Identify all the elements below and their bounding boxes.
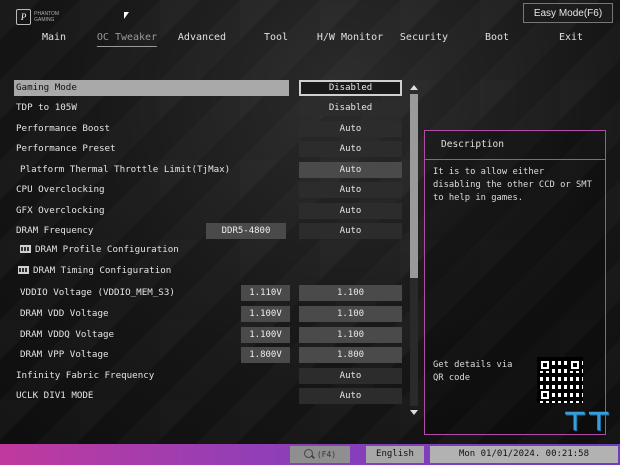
current-value: DDR5-4800 bbox=[206, 223, 286, 239]
setting-label: Platform Thermal Throttle Limit(TjMax) bbox=[20, 164, 231, 175]
setting-performance-boost[interactable]: Performance Boost Auto bbox=[14, 121, 406, 137]
memory-folder-icon bbox=[20, 245, 31, 253]
tab-exit[interactable]: Exit bbox=[559, 30, 583, 46]
setting-value-input[interactable]: 1.100 bbox=[299, 306, 402, 322]
search-icon bbox=[303, 449, 313, 458]
setting-value-input[interactable]: 1.100 bbox=[299, 285, 402, 301]
tab-main[interactable]: Main bbox=[42, 30, 66, 46]
setting-label: TDP to 105W bbox=[16, 102, 77, 113]
setting-label: Gaming Mode bbox=[14, 80, 289, 96]
setting-uclk-div1[interactable]: UCLK DIV1 MODE Auto bbox=[14, 388, 406, 404]
setting-value-select[interactable]: Auto bbox=[299, 182, 402, 198]
submenu-dram-profile[interactable]: DRAM Profile Configuration bbox=[14, 242, 406, 258]
phantom-gaming-logo-icon: P bbox=[16, 9, 32, 25]
setting-dram-vpp[interactable]: DRAM VPP Voltage 1.800V 1.800 bbox=[14, 347, 406, 363]
qr-code-icon bbox=[537, 357, 583, 403]
submenu-label-wrap: DRAM Timing Configuration bbox=[14, 263, 171, 279]
logo-text: PHANTOM GAMING bbox=[34, 11, 60, 23]
tab-advanced[interactable]: Advanced bbox=[178, 30, 226, 46]
scroll-up-arrow-icon[interactable] bbox=[410, 85, 418, 90]
setting-dram-vddq[interactable]: DRAM VDDQ Voltage 1.100V 1.100 bbox=[14, 327, 406, 343]
datetime-display[interactable]: Mon 01/01/2024. 00:21:58 bbox=[430, 446, 618, 463]
setting-label: DRAM Frequency bbox=[16, 225, 94, 236]
setting-value-select[interactable]: Auto bbox=[299, 121, 402, 137]
setting-label: DRAM VDD Voltage bbox=[20, 308, 109, 319]
submenu-label: DRAM Timing Configuration bbox=[33, 265, 172, 276]
qr-caption: Get details via QR code bbox=[433, 360, 513, 383]
setting-infinity-fabric[interactable]: Infinity Fabric Frequency Auto bbox=[14, 368, 406, 384]
scroll-down-arrow-icon[interactable] bbox=[410, 410, 418, 415]
setting-value-input[interactable]: 1.800 bbox=[299, 347, 402, 363]
setting-tdp[interactable]: TDP to 105W Disabled bbox=[14, 100, 406, 116]
setting-value-select[interactable]: Auto bbox=[299, 388, 402, 404]
setting-dram-frequency[interactable]: DRAM Frequency DDR5-4800 Auto bbox=[14, 223, 406, 239]
current-value: 1.100V bbox=[241, 306, 290, 322]
setting-value-select[interactable]: Auto bbox=[299, 162, 402, 178]
current-value: 1.800V bbox=[241, 347, 290, 363]
search-shortcut: (F4) bbox=[316, 450, 337, 459]
brand-logo: P PHANTOM GAMING bbox=[16, 7, 78, 27]
setting-label: DRAM VPP Voltage bbox=[20, 349, 109, 360]
description-text: It is to allow either disabling the othe… bbox=[433, 167, 592, 203]
tab-security[interactable]: Security bbox=[400, 30, 448, 46]
qr-finder bbox=[539, 389, 551, 401]
setting-gaming-mode[interactable]: Gaming Mode Disabled bbox=[14, 80, 406, 96]
tab-tool[interactable]: Tool bbox=[264, 30, 288, 46]
setting-label: Performance Preset bbox=[16, 143, 116, 154]
setting-performance-preset[interactable]: Performance Preset Auto bbox=[14, 141, 406, 157]
current-value: 1.100V bbox=[241, 327, 290, 343]
watermark-logo-icon: ⊤⊤ bbox=[563, 407, 611, 437]
submenu-label-wrap: DRAM Profile Configuration bbox=[14, 242, 179, 258]
memory-folder-icon bbox=[18, 266, 29, 274]
current-value: 1.110V bbox=[241, 285, 290, 301]
tab-boot[interactable]: Boot bbox=[485, 30, 509, 46]
main-nav: Main OC Tweaker Advanced Tool H/W Monito… bbox=[0, 30, 620, 48]
setting-label: CPU Overclocking bbox=[16, 184, 105, 195]
description-title: Description bbox=[425, 131, 605, 160]
tab-hw-monitor[interactable]: H/W Monitor bbox=[317, 30, 383, 46]
tab-oc-tweaker[interactable]: OC Tweaker bbox=[96, 30, 158, 47]
easy-mode-button[interactable]: Easy Mode(F6) bbox=[523, 3, 613, 23]
qr-finder bbox=[569, 359, 581, 371]
setting-value-select[interactable]: Disabled bbox=[299, 100, 402, 116]
settings-scrollbar[interactable] bbox=[409, 82, 419, 418]
setting-gfx-overclocking[interactable]: GFX Overclocking Auto bbox=[14, 203, 406, 219]
setting-value-select[interactable]: Auto bbox=[299, 223, 402, 239]
setting-value-input[interactable]: 1.100 bbox=[299, 327, 402, 343]
setting-value-select[interactable]: Auto bbox=[299, 203, 402, 219]
setting-label: VDDIO Voltage (VDDIO_MEM_S3) bbox=[20, 287, 175, 298]
mouse-pointer-icon bbox=[124, 12, 129, 19]
setting-label: UCLK DIV1 MODE bbox=[16, 390, 94, 401]
description-panel: Description It is to allow either disabl… bbox=[424, 130, 606, 435]
setting-cpu-overclocking[interactable]: CPU Overclocking Auto bbox=[14, 182, 406, 198]
setting-label: DRAM VDDQ Voltage bbox=[20, 329, 115, 340]
setting-value-select[interactable]: Auto bbox=[299, 368, 402, 384]
setting-label: Performance Boost bbox=[16, 123, 111, 134]
setting-vddio-voltage[interactable]: VDDIO Voltage (VDDIO_MEM_S3) 1.110V 1.10… bbox=[14, 285, 406, 301]
submenu-label: DRAM Profile Configuration bbox=[35, 244, 179, 255]
setting-thermal-throttle[interactable]: Platform Thermal Throttle Limit(TjMax) A… bbox=[14, 162, 406, 178]
search-button[interactable]: (F4) bbox=[290, 446, 350, 463]
setting-label: Infinity Fabric Frequency bbox=[16, 370, 155, 381]
qr-finder bbox=[539, 359, 551, 371]
setting-value-select[interactable]: Disabled bbox=[299, 80, 402, 96]
scroll-thumb[interactable] bbox=[410, 94, 418, 278]
bottom-bar: (F4) English Mon 01/01/2024. 00:21:58 bbox=[0, 444, 620, 465]
language-button[interactable]: English bbox=[366, 446, 424, 463]
setting-value-select[interactable]: Auto bbox=[299, 141, 402, 157]
setting-label: GFX Overclocking bbox=[16, 205, 105, 216]
submenu-dram-timing[interactable]: DRAM Timing Configuration bbox=[14, 263, 406, 279]
setting-dram-vdd[interactable]: DRAM VDD Voltage 1.100V 1.100 bbox=[14, 306, 406, 322]
